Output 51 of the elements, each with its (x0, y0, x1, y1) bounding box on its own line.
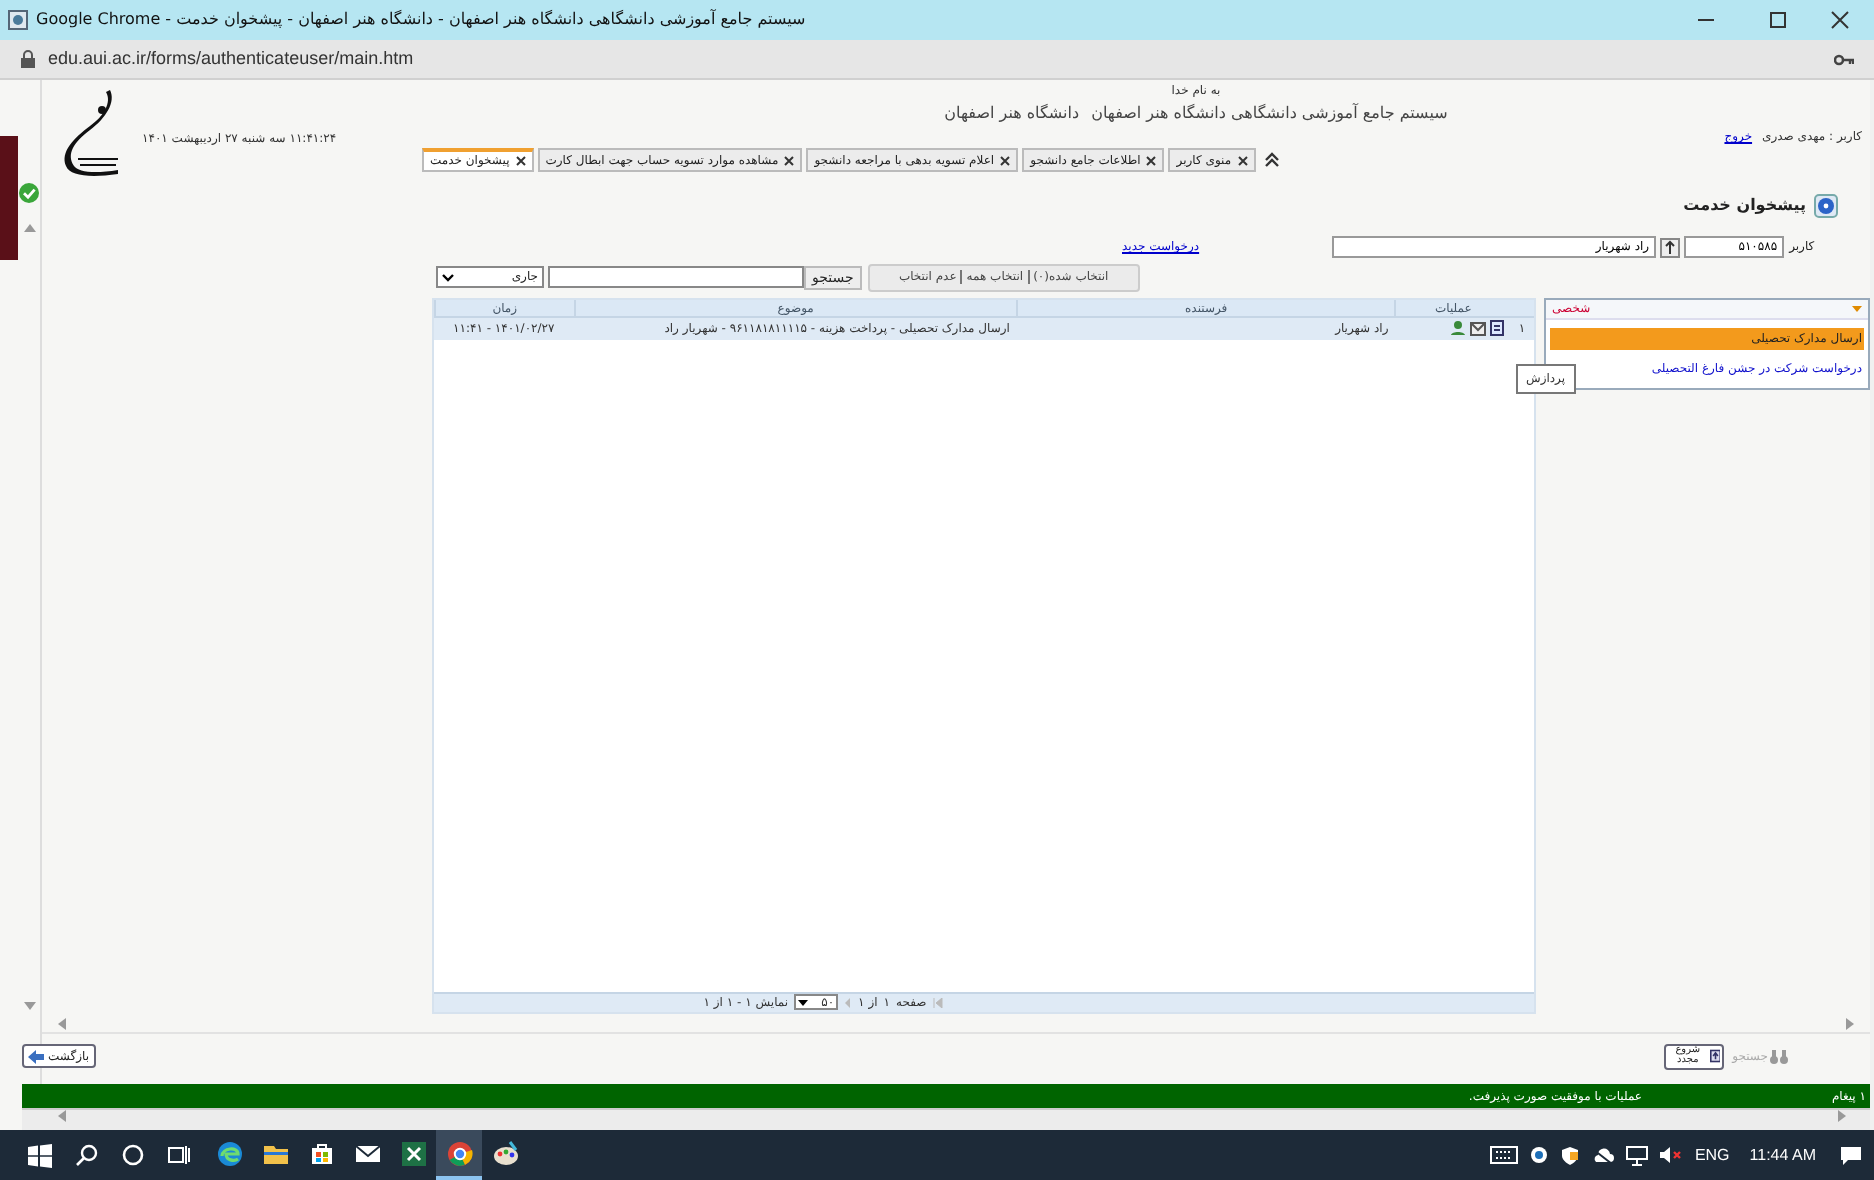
page-icon (8, 10, 28, 30)
language-indicator[interactable]: ENG (1694, 1143, 1730, 1167)
search-field[interactable] (548, 266, 804, 289)
scroll-left-icon[interactable] (58, 1018, 66, 1031)
side-strip (0, 136, 18, 260)
close-icon[interactable] (515, 156, 526, 166)
shield-icon[interactable] (1560, 1145, 1581, 1165)
window-title: سیستم جامع آموزشی دانشگاهی دانشگاه هنر اصفهان - دانشگاه هنر اصفهان - پیشخوان خدمت - Google Chrome (36, 8, 806, 32)
search-icon[interactable] (76, 1144, 98, 1166)
speaker-muted-icon[interactable] (1660, 1146, 1683, 1164)
browser-icon (215, 1139, 243, 1167)
chevron-down-icon (798, 999, 809, 1006)
close-icon[interactable] (1000, 155, 1011, 165)
taskbar-app[interactable] (436, 1130, 482, 1180)
collapse-icon[interactable] (1263, 152, 1280, 168)
chevron-down-icon (442, 273, 454, 282)
close-icon[interactable] (1237, 155, 1248, 165)
page-title: پیشخوان خدمت (1683, 193, 1806, 218)
university-name: دانشگاه هنر اصفهان (944, 102, 1080, 126)
app-tray-icon[interactable] (1530, 1146, 1549, 1164)
close-icon[interactable] (1146, 155, 1157, 165)
network-icon[interactable] (1626, 1145, 1649, 1165)
binoculars-icon (1770, 1049, 1788, 1064)
notification-icon[interactable] (1840, 1145, 1862, 1165)
spreadsheet-icon (399, 1139, 427, 1167)
refresh-icon (1709, 1048, 1721, 1065)
lock-icon (20, 50, 36, 68)
clock-text[interactable]: 11:44 AM (1749, 1143, 1816, 1167)
palette-icon (491, 1139, 519, 1167)
help-icon[interactable] (1814, 193, 1838, 218)
lookup-icon[interactable] (1659, 237, 1680, 258)
scroll-down-icon[interactable] (23, 1002, 35, 1010)
scroll-right-icon[interactable] (1846, 1018, 1854, 1031)
windows-start-icon[interactable] (28, 1143, 52, 1167)
document-icon[interactable] (1490, 320, 1505, 337)
cloud-icon[interactable] (1592, 1147, 1615, 1163)
system-title: سیستم جامع آموزشی دانشگاهی دانشگاه هنر اصفهان (1091, 102, 1448, 126)
url-text[interactable]: edu.aui.ac.ir/forms/authenticateuser/main.htm (48, 45, 414, 73)
task-view-icon[interactable] (168, 1144, 190, 1166)
browser-icon (445, 1139, 473, 1167)
success-icon (18, 182, 40, 204)
circle-icon[interactable] (122, 1144, 144, 1166)
arrow-icon (28, 1049, 44, 1064)
keyboard-icon[interactable] (1490, 1146, 1519, 1164)
key-icon[interactable] (1834, 51, 1854, 67)
shopping-bag-icon (307, 1139, 335, 1167)
envelope-icon[interactable] (1470, 321, 1487, 336)
close-icon[interactable] (1830, 10, 1850, 30)
close-icon[interactable] (784, 155, 795, 165)
scroll-up-icon[interactable] (23, 224, 35, 232)
maximize-icon[interactable] (1768, 10, 1788, 30)
